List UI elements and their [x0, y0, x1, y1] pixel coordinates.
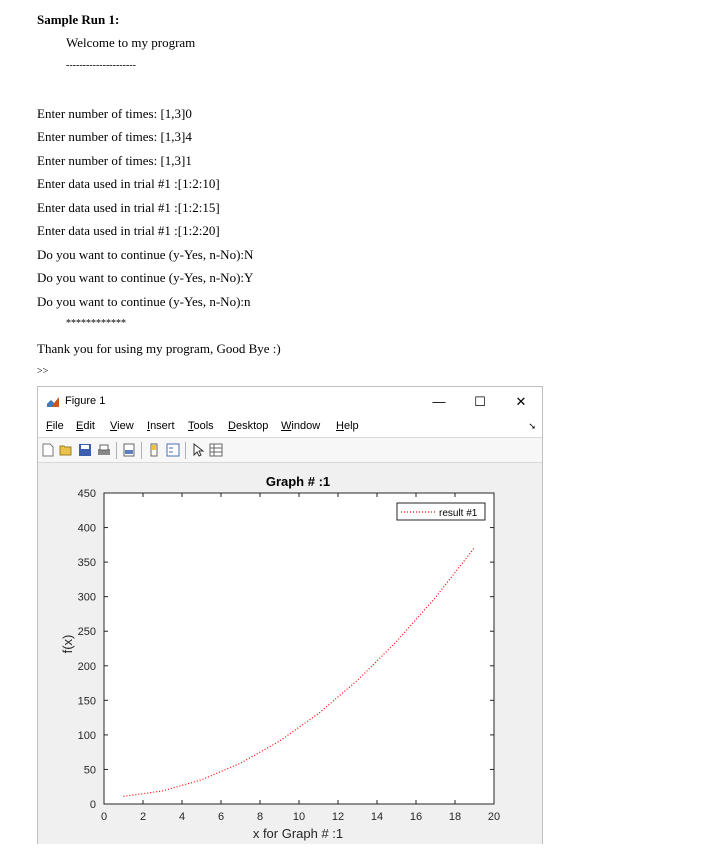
dash-separator: --------------------- [66, 60, 136, 71]
x-tick-label: 12 [332, 811, 344, 823]
y-tick-label: 350 [78, 557, 96, 569]
figure-window: Figure 1 — ☐ ✕ File Edit View Insert Too… [37, 386, 543, 844]
minimize-button[interactable]: — [429, 392, 449, 412]
menu-insert[interactable]: Insert [147, 420, 175, 432]
console-line: Enter number of times: [1,3]0 [37, 106, 192, 121]
menu-view[interactable]: View [110, 420, 134, 432]
x-tick-label: 16 [410, 811, 422, 823]
pointer-icon[interactable] [191, 443, 205, 457]
welcome-text: Welcome to my program [66, 35, 196, 50]
menu-window-key: W [281, 420, 292, 432]
x-tick-label: 4 [179, 811, 185, 823]
console-line: Enter data used in trial #1 :[1:2:20] [37, 223, 220, 238]
console-line: Do you want to continue (y-Yes, n-No):n [37, 294, 251, 309]
figure-toolbar [38, 437, 542, 463]
menu-window[interactable]: Window [281, 420, 320, 432]
menu-edit-rest: dit [83, 420, 95, 432]
menu-view-rest: iew [117, 420, 134, 432]
chart-title: Graph # :1 [266, 474, 330, 489]
x-axis-label: x for Graph # :1 [253, 826, 343, 841]
y-tick-label: 0 [90, 799, 96, 811]
toolbar-separator [116, 442, 117, 459]
star-separator: ************ [66, 318, 126, 329]
axes-background [104, 493, 494, 804]
menu-tools[interactable]: Tools [188, 420, 214, 432]
x-tick-label: 2 [140, 811, 146, 823]
console-line: Do you want to continue (y-Yes, n-No):N [37, 247, 254, 262]
open-file-icon[interactable] [59, 443, 73, 457]
y-tick-label: 400 [78, 523, 96, 535]
menu-desktop-key: D [228, 420, 236, 432]
print-preview-icon[interactable] [122, 443, 136, 457]
property-editor-icon[interactable] [209, 443, 223, 457]
legend-icon[interactable] [166, 443, 180, 457]
matlab-logo-icon [47, 397, 59, 407]
console-line: Enter number of times: [1,3]4 [37, 129, 192, 144]
close-button[interactable]: ✕ [511, 392, 531, 412]
legend[interactable]: result #1 [396, 502, 486, 521]
menu-overflow-arrow-icon[interactable]: ➘ [528, 421, 536, 432]
x-tick-label: 6 [218, 811, 224, 823]
menu-help[interactable]: Help [336, 420, 359, 432]
x-tick-label: 14 [371, 811, 383, 823]
plot-area: 0 2 4 6 8 10 12 14 16 18 20 0 50 100 150 200 250 300 350 40… [38, 464, 542, 844]
print-icon[interactable] [97, 443, 111, 457]
menu-window-rest: indow [291, 420, 321, 432]
menu-file-rest: ile [52, 420, 64, 432]
y-tick-label: 100 [78, 730, 96, 742]
menu-file-key: F [46, 420, 53, 432]
y-tick-label: 250 [78, 626, 96, 638]
menu-edit[interactable]: Edit [76, 420, 95, 432]
toolbar-separator [141, 442, 142, 459]
command-prompt: >> [37, 366, 49, 377]
menu-help-key: H [336, 420, 344, 432]
y-tick-label: 200 [78, 661, 96, 673]
x-tick-label: 8 [257, 811, 263, 823]
sample-run-heading: Sample Run 1: [37, 12, 120, 27]
menu-desktop-rest: esktop [235, 420, 269, 432]
menu-file[interactable]: File [46, 420, 64, 432]
line-chart[interactable]: 0 2 4 6 8 10 12 14 16 18 2005010015020025030035040… [38, 464, 542, 844]
colorbar-icon[interactable] [147, 443, 161, 457]
console-line: Enter data used in trial #1 :[1:2:10] [37, 176, 220, 191]
console-line: Enter number of times: [1,3]1 [37, 153, 192, 168]
console-line: Enter data used in trial #1 :[1:2:15] [37, 200, 220, 215]
menu-insert-rest: nsert [150, 420, 175, 432]
x-tick-label: 0 [101, 811, 107, 823]
menu-tools-rest: ools [193, 420, 214, 432]
y-tick-label: 150 [78, 695, 96, 707]
title-bar: Figure 1 — ☐ ✕ [38, 387, 542, 417]
x-tick-label: 18 [449, 811, 461, 823]
y-tick-label: 300 [78, 592, 96, 604]
window-title: Figure 1 [65, 395, 106, 407]
y-axis-label: f(x) [60, 635, 75, 654]
new-figure-icon[interactable] [41, 443, 55, 457]
save-icon[interactable] [78, 443, 92, 457]
maximize-button[interactable]: ☐ [470, 392, 490, 412]
menu-help-rest: elp [343, 420, 359, 432]
y-tick-label: 50 [84, 764, 96, 776]
toolbar-separator [185, 442, 186, 459]
legend-label: result #1 [439, 508, 478, 519]
goodbye-text: Thank you for using my program, Good Bye… [37, 341, 281, 356]
menu-desktop[interactable]: Desktop [228, 420, 268, 432]
x-tick-label: 10 [293, 811, 305, 823]
x-tick-label: 20 [488, 811, 500, 823]
console-line: Do you want to continue (y-Yes, n-No):Y [37, 270, 254, 285]
y-tick-label: 450 [78, 488, 96, 500]
menu-bar: File Edit View Insert Tools Desktop Wind… [38, 417, 542, 437]
